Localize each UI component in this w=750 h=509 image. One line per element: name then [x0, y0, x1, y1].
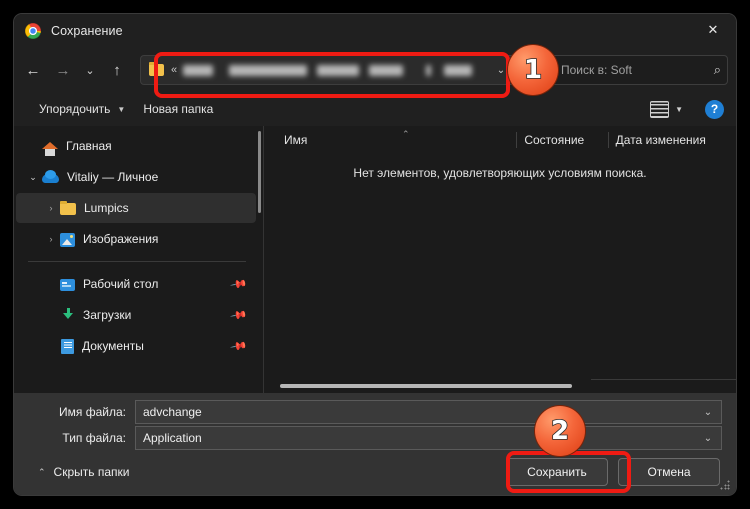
sidebar-scrollbar[interactable] [258, 131, 261, 213]
column-header-state[interactable]: Состояние [516, 126, 607, 154]
sidebar-item-label: Документы [82, 339, 144, 353]
forward-button[interactable]: → [48, 55, 78, 85]
title-bar: Сохранение ✕ [14, 14, 736, 48]
sort-ascending-icon: ⌃ [402, 129, 410, 139]
filetype-row: Тип файла: Application ⌄ [28, 426, 722, 450]
step-badge-2: 2 [535, 406, 585, 456]
filename-value[interactable]: advchange [143, 405, 699, 419]
desktop-icon [60, 279, 75, 291]
column-header-name[interactable]: Имя [276, 126, 516, 154]
navigation-bar: ← → ⌄ ↑ « ⌄ ⟳ Поиск в: Soft ⌕ [14, 48, 736, 92]
empty-state-message: Нет элементов, удовлетворяющих условиям … [353, 166, 647, 180]
file-list-pane: Имя Состояние Дата изменения ⌃ Нет элеме… [264, 126, 736, 393]
pictures-icon [60, 232, 75, 247]
column-label: Имя [284, 133, 308, 147]
search-input-placeholder[interactable]: Поиск в: Soft [561, 63, 714, 77]
organize-label: Упорядочить [39, 102, 111, 116]
sidebar-item-downloads[interactable]: Загрузки 📌 [16, 300, 256, 330]
button-row: ⌃ Скрыть папки Сохранить Отмена [28, 453, 722, 491]
sidebar-item-desktop[interactable]: Рабочий стол 📌 [16, 269, 256, 299]
command-bar: Упорядочить ▼ Новая папка ▼ ? [14, 92, 736, 126]
horizontal-scrollbar-thumb[interactable] [280, 384, 572, 388]
chrome-icon [25, 23, 41, 39]
sidebar-item-label: Главная [66, 139, 112, 153]
address-bar[interactable]: « ⌄ [140, 55, 517, 85]
sidebar-item-onedrive[interactable]: ⌄ Vitaliy — Личное [16, 162, 256, 192]
hide-folders-toggle[interactable]: ⌃ Скрыть папки [30, 460, 137, 484]
pin-icon[interactable]: 📌 [230, 275, 249, 294]
dialog-footer: Имя файла: advchange ⌄ Тип файла: Applic… [14, 393, 736, 495]
window-title: Сохранение [51, 24, 123, 38]
filetype-value[interactable]: Application [143, 431, 699, 445]
pane-hairline [591, 379, 736, 380]
sidebar-item-label: Lumpics [84, 201, 129, 215]
chevron-right-icon[interactable]: › [42, 203, 60, 213]
resize-grip[interactable] [720, 480, 731, 491]
chevron-down-icon[interactable]: ⌄ [699, 407, 717, 418]
recent-locations-button[interactable]: ⌄ [78, 55, 102, 85]
sidebar-item-lumpics[interactable]: › Lumpics [16, 193, 256, 223]
pin-icon[interactable]: 📌 [230, 306, 249, 325]
filetype-label: Тип файла: [62, 431, 126, 445]
pin-icon[interactable]: 📌 [230, 337, 249, 356]
up-button[interactable]: ↑ [102, 55, 132, 85]
sidebar-item-label: Изображения [83, 232, 159, 246]
documents-icon [61, 339, 74, 354]
folder-icon [149, 61, 164, 76]
view-options-button[interactable]: ▼ [644, 97, 689, 122]
help-button[interactable]: ? [705, 99, 724, 119]
folder-icon [60, 200, 76, 215]
column-headers: Имя Состояние Дата изменения ⌃ [264, 126, 736, 154]
search-icon: ⌕ [713, 62, 721, 77]
chevron-up-icon: ⌃ [38, 466, 46, 477]
save-button[interactable]: Сохранить [506, 458, 608, 486]
step-badge-1: 1 [508, 45, 558, 95]
dialog-body: Главная ⌄ Vitaliy — Личное › Lumpics › И… [14, 126, 736, 393]
organize-button[interactable]: Упорядочить ▼ [30, 97, 134, 121]
onedrive-cloud-icon [42, 170, 59, 183]
sidebar-item-documents[interactable]: Документы 📌 [16, 331, 256, 361]
horizontal-scrollbar[interactable] [264, 384, 736, 388]
chevron-down-icon[interactable]: ⌄ [24, 172, 42, 183]
navigation-sidebar: Главная ⌄ Vitaliy — Личное › Lumpics › И… [14, 126, 264, 393]
column-label: Состояние [524, 133, 585, 147]
downloads-icon [62, 307, 75, 323]
new-folder-label: Новая папка [143, 102, 214, 116]
search-box[interactable]: Поиск в: Soft ⌕ [551, 55, 728, 85]
chevron-down-icon: ▼ [117, 104, 126, 114]
filename-input[interactable]: advchange ⌄ [135, 400, 722, 424]
close-icon[interactable]: ✕ [690, 14, 736, 46]
list-view-icon [650, 100, 670, 118]
sidebar-divider [28, 261, 246, 262]
chevron-right-icon[interactable]: › [42, 234, 60, 244]
cancel-button[interactable]: Отмена [618, 458, 720, 486]
sidebar-item-pictures[interactable]: › Изображения [16, 224, 256, 254]
column-label: Дата изменения [615, 133, 706, 147]
sidebar-item-label: Vitaliy — Личное [67, 170, 159, 184]
home-icon [42, 142, 58, 156]
sidebar-item-label: Загрузки [83, 308, 132, 322]
back-button[interactable]: ← [18, 55, 48, 85]
column-header-date[interactable]: Дата изменения [607, 126, 736, 154]
chevron-down-icon[interactable]: ⌄ [699, 433, 717, 444]
new-folder-button[interactable]: Новая папка [134, 97, 222, 121]
breadcrumb-overflow-icon[interactable]: « [171, 64, 177, 76]
hide-folders-label: Скрыть папки [53, 465, 130, 479]
breadcrumb-path-redacted [183, 64, 490, 76]
chevron-down-icon: ▼ [675, 104, 683, 114]
sidebar-item-home[interactable]: Главная [16, 131, 256, 161]
sidebar-item-label: Рабочий стол [83, 277, 159, 291]
save-file-dialog: Сохранение ✕ ← → ⌄ ↑ « ⌄ ⟳ Поиск в: Soft… [14, 14, 736, 495]
filename-row: Имя файла: advchange ⌄ [28, 400, 722, 424]
filename-label: Имя файла: [59, 405, 126, 419]
filetype-select[interactable]: Application ⌄ [135, 426, 722, 450]
